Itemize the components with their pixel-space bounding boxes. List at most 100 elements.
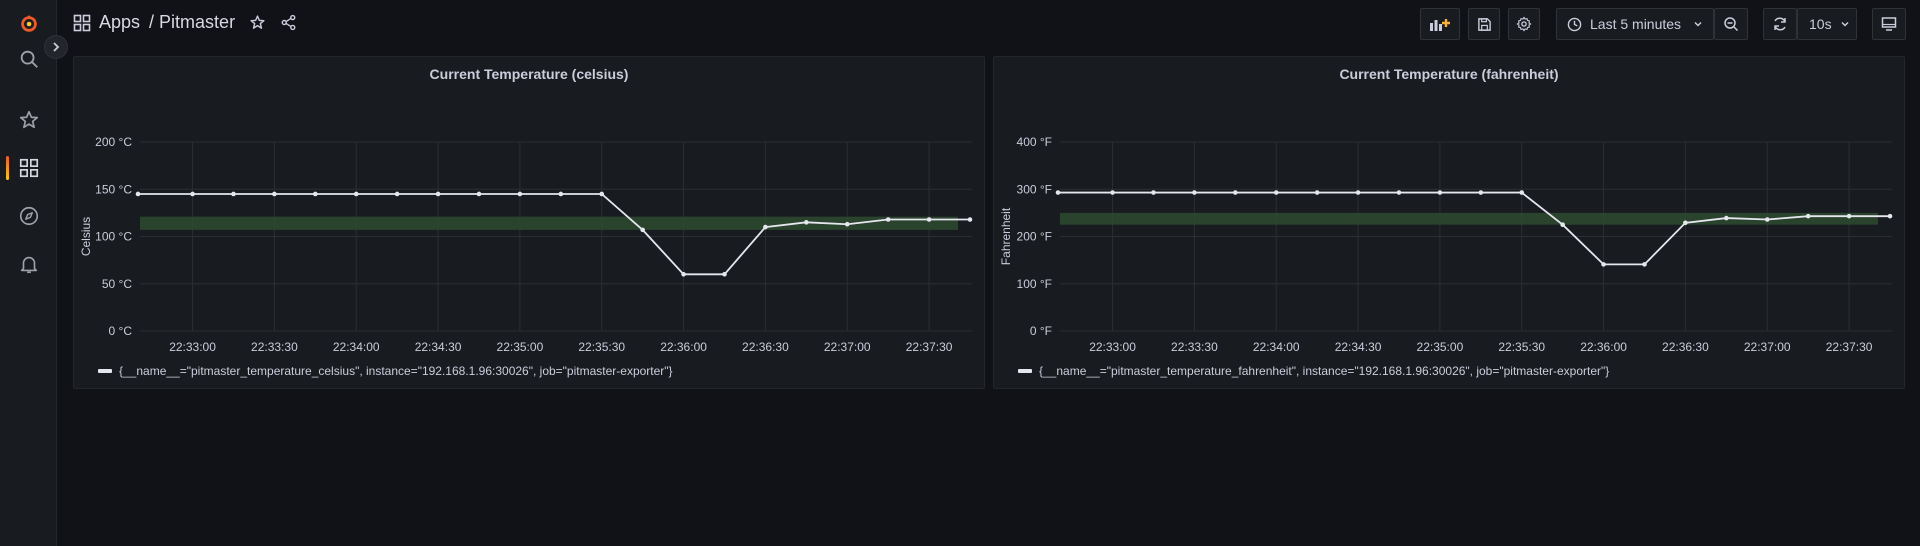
- side-menu: [0, 0, 57, 546]
- y-tick-label: 0 °C: [109, 324, 133, 338]
- y-tick-label: 0 °F: [1030, 324, 1052, 338]
- zoom-out-icon: [1724, 17, 1739, 32]
- x-tick-label: 22:37:30: [906, 340, 953, 354]
- add-panel-icon: [1430, 19, 1450, 31]
- data-point: [517, 191, 523, 197]
- share-icon[interactable]: [280, 14, 297, 31]
- data-point: [640, 227, 645, 233]
- y-tick-label: 50 °C: [102, 277, 132, 291]
- legend-item[interactable]: {__name__="pitmaster_temperature_fahrenh…: [1018, 364, 1609, 378]
- x-tick-label: 22:36:30: [742, 340, 789, 354]
- data-point: [599, 191, 605, 197]
- breadcrumb: Apps / Pitmaster: [73, 12, 297, 33]
- x-tick-label: 22:34:30: [1335, 340, 1382, 354]
- x-tick-label: 22:35:30: [1498, 340, 1545, 354]
- refresh-interval-label: 10s: [1809, 16, 1832, 32]
- data-point: [1110, 190, 1115, 195]
- y-tick-label: 100 °F: [1017, 277, 1052, 291]
- x-tick-label: 22:36:00: [660, 340, 707, 354]
- plot-area: 0 °C 50 °C 100 °C 150 °C 200 °C 22:33:00 22:33…: [79, 135, 973, 354]
- series-line: [138, 193, 970, 276]
- breadcrumb-folder[interactable]: Apps: [99, 12, 140, 33]
- chevron-right-icon: [53, 42, 60, 52]
- time-range-picker[interactable]: Last 5 minutes: [1556, 8, 1714, 40]
- data-point: [1355, 190, 1361, 195]
- data-point: [1437, 190, 1443, 195]
- dashboard-settings-button[interactable]: [1508, 8, 1540, 40]
- panel-fahrenheit[interactable]: Current Temperature (fahrenheit) 0 °F 100…: [993, 56, 1905, 389]
- y-tick-label: 400 °F: [1017, 135, 1052, 149]
- starred-icon[interactable]: [0, 100, 57, 140]
- data-point: [681, 272, 686, 277]
- data-point: [926, 217, 932, 222]
- data-point: [1314, 190, 1320, 195]
- data-point: [476, 191, 482, 197]
- save-icon: [1477, 17, 1491, 31]
- view-mode-button[interactable]: [1872, 8, 1906, 40]
- timeseries-chart[interactable]: 0 °F 100 °F 200 °F 300 °F 400 °F 22:33:00 22:3…: [994, 57, 1906, 357]
- data-point: [558, 191, 564, 197]
- dashboard-title[interactable]: Pitmaster: [159, 12, 235, 33]
- dashboards-icon[interactable]: [0, 148, 57, 188]
- x-tick-label: 22:34:00: [1253, 340, 1300, 354]
- y-tick-label: 200 °F: [1017, 230, 1052, 244]
- data-point: [844, 221, 850, 227]
- data-point: [1233, 190, 1238, 195]
- y-tick-label: 100 °C: [95, 230, 132, 244]
- data-point: [394, 191, 400, 197]
- refresh-button[interactable]: [1763, 8, 1797, 40]
- y-tick-label: 200 °C: [95, 135, 132, 149]
- data-point: [722, 272, 727, 277]
- x-tick-label: 22:36:00: [1580, 340, 1627, 354]
- refresh-icon: [1774, 17, 1786, 31]
- save-dashboard-button[interactable]: [1468, 8, 1500, 40]
- zoom-out-button[interactable]: [1714, 8, 1748, 40]
- data-point: [1055, 190, 1061, 195]
- data-point: [1560, 222, 1565, 227]
- x-tick-label: 22:37:00: [1744, 340, 1791, 354]
- legend-label: {__name__="pitmaster_temperature_fahrenh…: [1039, 364, 1610, 378]
- breadcrumb-separator: /: [149, 12, 155, 32]
- x-tick-label: 22:33:30: [251, 340, 298, 354]
- timeseries-chart[interactable]: 0 °C 50 °C 100 °C 150 °C 200 °C 22:33:00 22:33…: [74, 57, 986, 357]
- chevron-down-icon: [1841, 21, 1849, 27]
- star-icon[interactable]: [249, 14, 266, 31]
- data-point: [135, 191, 141, 197]
- x-tick-label: 22:33:30: [1171, 340, 1218, 354]
- data-point: [885, 217, 891, 222]
- x-tick-label: 22:35:30: [578, 340, 625, 354]
- data-point: [1192, 190, 1197, 195]
- y-axis-label: Celsius: [79, 217, 93, 256]
- y-axis-label: Fahrenheit: [999, 207, 1013, 265]
- data-point: [763, 224, 768, 230]
- data-point: [1764, 217, 1770, 222]
- data-point: [190, 191, 195, 197]
- data-point: [1478, 190, 1484, 195]
- x-tick-label: 22:35:00: [1417, 340, 1464, 354]
- expand-menu-button[interactable]: [44, 35, 68, 59]
- legend-swatch: [98, 369, 112, 373]
- x-tick-label: 22:33:00: [1089, 340, 1136, 354]
- explore-icon[interactable]: [0, 196, 57, 236]
- data-point: [804, 220, 809, 225]
- time-range-label: Last 5 minutes: [1590, 16, 1682, 32]
- add-panel-button[interactable]: [1420, 8, 1460, 40]
- data-point: [1151, 190, 1156, 195]
- x-tick-label: 22:35:00: [497, 340, 544, 354]
- panel-celsius[interactable]: Current Temperature (celsius) 0 °C 50 °C 1…: [73, 56, 985, 389]
- monitor-icon: [1881, 17, 1897, 31]
- x-tick-label: 22:37:00: [824, 340, 871, 354]
- data-point: [313, 191, 318, 197]
- plot-area: 0 °F 100 °F 200 °F 300 °F 400 °F 22:33:00 22:3…: [999, 135, 1893, 354]
- legend-item[interactable]: {__name__="pitmaster_temperature_celsius…: [98, 364, 673, 378]
- x-tick-label: 22:37:30: [1826, 340, 1873, 354]
- y-tick-label: 150 °C: [95, 182, 132, 196]
- clock-icon: [1567, 17, 1582, 31]
- data-point: [1683, 220, 1688, 226]
- alerting-icon[interactable]: [0, 244, 57, 284]
- dashboards-grid-icon: [73, 14, 91, 31]
- data-point: [1273, 190, 1279, 195]
- x-tick-label: 22:36:30: [1662, 340, 1709, 354]
- refresh-interval-picker[interactable]: 10s: [1797, 8, 1857, 40]
- x-tick-label: 22:34:30: [415, 340, 462, 354]
